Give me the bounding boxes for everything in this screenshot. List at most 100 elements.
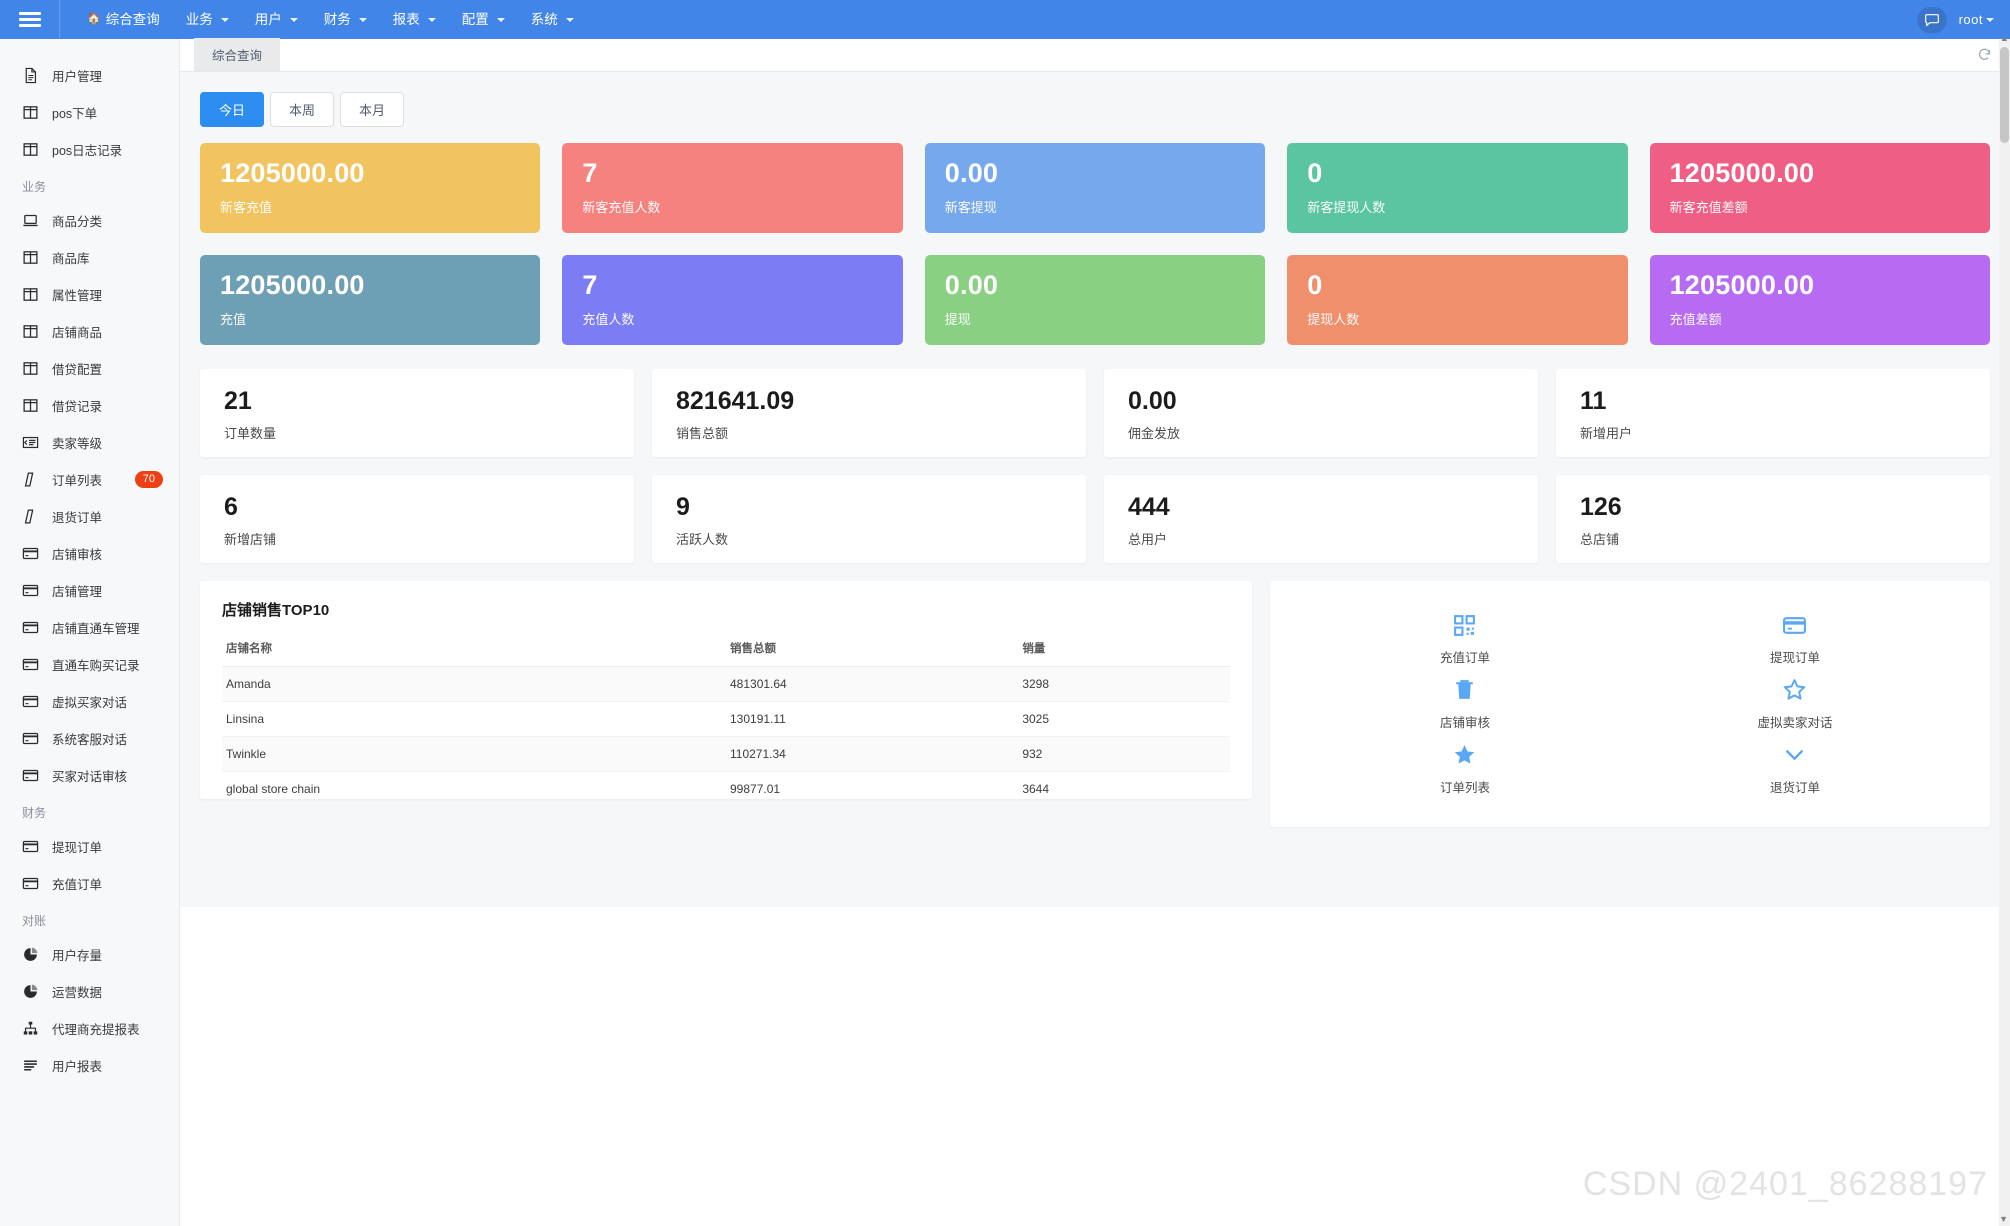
filter-label: 本周 xyxy=(289,103,316,118)
sidebar-item-用户存量[interactable]: 用户存量 xyxy=(0,936,179,973)
trash-icon xyxy=(1452,677,1477,703)
filter-this-week-button[interactable]: 本周 xyxy=(270,92,335,127)
shortcut-label: 订单列表 xyxy=(1439,780,1490,795)
sidebar-item-提现订单[interactable]: 提现订单 xyxy=(0,828,179,865)
shortcut-虚拟卖家对话[interactable]: 虚拟卖家对话 xyxy=(1757,677,1833,731)
sidebar-item-借贷配置[interactable]: 借贷配置 xyxy=(0,350,179,387)
stat-card-新客提现人数[interactable]: 0 新客提现人数 xyxy=(1287,143,1628,233)
table-row[interactable]: Amanda 481301.64 3298 xyxy=(222,666,1230,702)
sidebar-item-卖家等级[interactable]: 卖家等级 xyxy=(0,424,179,461)
refresh-button[interactable] xyxy=(1977,47,1992,65)
stat-card-充值差额[interactable]: 1205000.00 充值差额 xyxy=(1649,255,1990,345)
sidebar[interactable]: 用户管理 pos下单 pos日志记录 业务 商品分类 商品库 属性管理 店铺商品 借贷配置 借贷记… xyxy=(0,39,180,1226)
chevron-down-icon xyxy=(1986,17,1994,22)
nav-item-配置[interactable]: 配置 xyxy=(449,0,518,39)
sidebar-item-店铺商品[interactable]: 店铺商品 xyxy=(0,313,179,350)
sidebar-item-商品分类[interactable]: 商品分类 xyxy=(0,202,179,239)
metric-card-value: 444 xyxy=(1128,493,1170,521)
sidebar-item-label: 借贷记录 xyxy=(52,400,103,414)
shortcut-订单列表[interactable]: 订单列表 xyxy=(1440,742,1490,796)
pie-chart-icon xyxy=(22,983,39,1000)
stat-card-value: 1205000.00 xyxy=(220,270,365,300)
main-content: 今日 本周 本月 1205000.00 新客充值 7 新客充值人数 0.00 新客提现 0 新… xyxy=(180,72,2010,907)
sidebar-item-pos日志记录[interactable]: pos日志记录 xyxy=(0,131,179,168)
stat-card-提现人数[interactable]: 0 提现人数 xyxy=(1287,255,1628,345)
sidebar-item-借贷记录[interactable]: 借贷记录 xyxy=(0,387,179,424)
filter-label: 今日 xyxy=(219,103,246,118)
sidebar-item-店铺管理[interactable]: 店铺管理 xyxy=(0,572,179,609)
scroll-down-arrow-icon[interactable]: ▼ xyxy=(1999,1214,2008,1224)
tab-list: 综合查询 xyxy=(180,38,281,71)
columns-icon xyxy=(23,362,38,375)
sidebar-item-用户报表[interactable]: 用户报表 xyxy=(0,1047,179,1084)
sidebar-item-虚拟买家对话[interactable]: 虚拟买家对话 xyxy=(0,683,179,720)
sidebar-item-label: 属性管理 xyxy=(52,289,103,303)
stat-card-新客充值[interactable]: 1205000.00 新客充值 xyxy=(200,143,541,233)
sidebar-item-系统客服对话[interactable]: 系统客服对话 xyxy=(0,720,179,757)
slash-icon xyxy=(24,509,34,524)
stat-card-新客充值差额[interactable]: 1205000.00 新客充值差额 xyxy=(1649,143,1990,233)
shortcut-label: 虚拟卖家对话 xyxy=(1757,715,1833,730)
table-row[interactable]: global store chain 99877.01 3644 xyxy=(222,771,1230,799)
sidebar-item-属性管理[interactable]: 属性管理 xyxy=(0,276,179,313)
stat-card-新客提现[interactable]: 0.00 新客提现 xyxy=(924,143,1266,233)
scroll-up-arrow-icon[interactable]: ▲ xyxy=(2000,33,2009,43)
hamburger-menu-button[interactable] xyxy=(0,0,60,39)
sidebar-item-充值订单[interactable]: 充值订单 xyxy=(0,865,179,902)
sidebar-item-label: 买家对话审核 xyxy=(52,770,128,784)
sidebar-item-代理商充提报表[interactable]: 代理商充提报表 xyxy=(0,1010,179,1047)
stat-card-label: 充值差额 xyxy=(1669,311,1722,327)
indent-icon xyxy=(22,434,39,451)
stat-card-新客充值人数[interactable]: 7 新客充值人数 xyxy=(562,143,903,233)
sidebar-item-直通车购买记录[interactable]: 直通车购买记录 xyxy=(0,646,179,683)
top10-title: 店铺销售TOP10 xyxy=(222,602,330,619)
sidebar-item-label: 店铺直通车管理 xyxy=(52,622,140,636)
card-icon xyxy=(22,732,39,745)
filter-this-month-button[interactable]: 本月 xyxy=(340,92,405,127)
nav-item-用户[interactable]: 用户 xyxy=(242,0,311,39)
sidebar-item-退货订单[interactable]: 退货订单 xyxy=(0,498,179,535)
shortcut-提现订单[interactable]: 提现订单 xyxy=(1770,612,1820,666)
filter-today-button[interactable]: 今日 xyxy=(200,92,265,127)
color-stat-cards-row-1: 1205000.00 新客充值 7 新客充值人数 0.00 新客提现 0 新客提现人数 1205… xyxy=(194,143,1996,233)
sidebar-item-店铺审核[interactable]: 店铺审核 xyxy=(0,535,179,572)
sidebar-item-买家对话审核[interactable]: 买家对话审核 xyxy=(0,757,179,794)
sidebar-item-运营数据[interactable]: 运营数据 xyxy=(0,973,179,1010)
sidebar-item-pos下单[interactable]: pos下单 xyxy=(0,94,179,131)
chat-button[interactable] xyxy=(1916,6,1947,33)
chevron-down-icon xyxy=(496,17,505,22)
table-row[interactable]: Twinkle 110271.34 932 xyxy=(222,736,1230,772)
sidebar-item-label: 系统客服对话 xyxy=(52,733,128,747)
refresh-icon xyxy=(1978,48,1991,60)
top10-panel: 店铺销售TOP10 店铺名称 销售总额 销量 Amanda 481301.64 32… xyxy=(200,581,1252,799)
scrollbar-thumb[interactable] xyxy=(2000,47,2009,143)
stat-card-value: 0 xyxy=(1307,270,1323,300)
nav-item-财务[interactable]: 财务 xyxy=(311,0,380,39)
sidebar-item-店铺直通车管理[interactable]: 店铺直通车管理 xyxy=(0,609,179,646)
user-menu-button[interactable]: root xyxy=(1959,12,1994,27)
shortcuts-panel: 充值订单 提现订单店铺审核 虚拟卖家对话订单列表 退货订单 xyxy=(1270,581,1990,827)
stat-card-label: 新客提现人数 xyxy=(1307,199,1386,215)
stat-card-value: 1205000.00 xyxy=(1669,270,1815,300)
page-scrollbar[interactable]: ▲ ▼ xyxy=(1999,33,2010,1226)
card-icon xyxy=(22,730,39,747)
stat-card-提现[interactable]: 0.00 提现 xyxy=(924,255,1266,345)
stat-card-label: 充值 xyxy=(220,311,247,327)
shortcut-充值订单[interactable]: 充值订单 xyxy=(1440,612,1490,666)
chevron-down-icon xyxy=(565,17,574,22)
shortcut-店铺审核[interactable]: 店铺审核 xyxy=(1440,677,1490,731)
nav-item-综合查询[interactable]: 🏠 综合查询 xyxy=(74,0,173,39)
tab-综合查询[interactable]: 综合查询 xyxy=(194,38,281,71)
sidebar-item-商品库[interactable]: 商品库 xyxy=(0,239,179,276)
document-icon xyxy=(22,67,39,84)
indent-icon xyxy=(22,436,39,449)
nav-item-系统[interactable]: 系统 xyxy=(518,0,587,39)
stat-card-充值[interactable]: 1205000.00 充值 xyxy=(200,255,541,345)
table-row[interactable]: Linsina 130191.11 3025 xyxy=(222,701,1230,737)
sidebar-item-订单列表[interactable]: 订单列表 70 xyxy=(0,461,179,498)
shortcut-退货订单[interactable]: 退货订单 xyxy=(1770,742,1820,796)
sidebar-item-用户管理[interactable]: 用户管理 xyxy=(0,57,179,94)
nav-item-业务[interactable]: 业务 xyxy=(173,0,242,39)
stat-card-充值人数[interactable]: 7 充值人数 xyxy=(562,255,903,345)
nav-item-报表[interactable]: 报表 xyxy=(380,0,449,39)
